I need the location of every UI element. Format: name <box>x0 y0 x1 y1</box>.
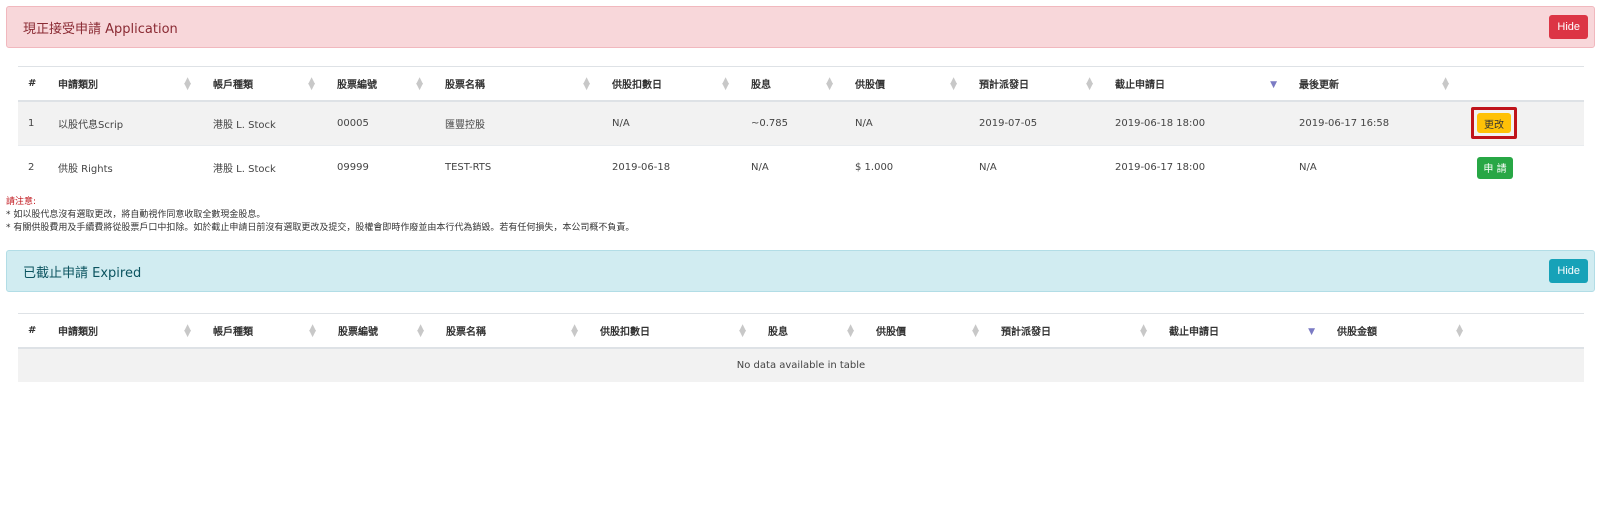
sort-both-icon: ▲ ▼ <box>1140 323 1147 339</box>
cell-dividend: ~0.785 <box>741 100 845 146</box>
sort-both-icon: ▲ ▼ <box>571 323 578 339</box>
cell-dist-date: N/A <box>969 145 1105 190</box>
cell-name: 匯豐控股 <box>435 100 602 146</box>
cell-deduct-date: 2019-06-18 <box>602 145 741 190</box>
sort-both-icon: ▲ ▼ <box>184 76 191 92</box>
col-header-dist-date[interactable]: 預計派發日 ▲ ▼ <box>969 66 1105 102</box>
empty-table-message: No data available in table <box>18 347 1584 382</box>
table-header-row: # 申請類別 ▲ ▼ 帳戶種類 ▲ ▼ 股票編號 ▲ ▼ 股票名稱 ▲ ▼ 供股扣數日 ▲ ▼ 股息… <box>18 313 1584 349</box>
cell-code: 09999 <box>327 145 435 190</box>
cell-num: 1 <box>18 100 48 146</box>
col-header-rights-amount[interactable]: 供股金額 ▲ ▼ <box>1327 313 1475 349</box>
cell-num: 2 <box>18 145 48 190</box>
col-header-dividend[interactable]: 股息 ▲ ▼ <box>758 313 866 349</box>
application-table: # 申請類別 ▲ ▼ 帳戶種類 ▲ ▼ 股票編號 ▲ ▼ 股票名稱 ▲ ▼ 供股扣數日 ▲ ▼ 股息… <box>18 66 1584 190</box>
cell-deadline: 2019-06-17 18:00 <box>1105 145 1289 190</box>
sort-both-icon: ▲ ▼ <box>1442 76 1449 92</box>
expired-table: # 申請類別 ▲ ▼ 帳戶種類 ▲ ▼ 股票編號 ▲ ▼ 股票名稱 ▲ ▼ 供股扣數日 ▲ ▼ 股息… <box>18 313 1584 382</box>
sort-both-icon: ▲ ▼ <box>309 323 316 339</box>
notice-line: * 有關供股費用及手續費將從股票戶口中扣除。如於截止申請日前沒有選取更改及提交，… <box>6 223 635 233</box>
col-header-name[interactable]: 股票名稱 ▲ ▼ <box>436 313 590 349</box>
sort-both-icon: ▲ ▼ <box>847 323 854 339</box>
cell-action: 申 請 <box>1461 145 1584 190</box>
sort-both-icon: ▲ ▼ <box>1456 323 1463 339</box>
cell-account: 港股 L. Stock <box>203 100 327 146</box>
table-row: 1 以股代息Scrip 港股 L. Stock 00005 匯豐控股 N/A ~… <box>18 100 1584 146</box>
table-header-row: # 申請類別 ▲ ▼ 帳戶種類 ▲ ▼ 股票編號 ▲ ▼ 股票名稱 ▲ ▼ 供股扣數日 ▲ ▼ 股息… <box>18 66 1584 102</box>
cell-updated: N/A <box>1289 145 1461 190</box>
cell-price: $ 1.000 <box>845 145 969 190</box>
cell-code: 00005 <box>327 100 435 146</box>
col-header-num: # <box>18 313 48 349</box>
expired-panel-header: 已截止申請 Expired Hide <box>6 250 1595 292</box>
table-row: No data available in table <box>18 347 1584 382</box>
application-panel-title: 現正接受申請 Application <box>23 21 178 37</box>
col-header-price[interactable]: 供股價 ▲ ▼ <box>866 313 991 349</box>
edit-button[interactable]: 更改 <box>1477 113 1511 134</box>
cell-deduct-date: N/A <box>602 100 741 146</box>
notice-block: 請注意: * 如以股代息沒有選取更改，將自動視作同意收取全數現金股息。 * 有關… <box>6 196 634 235</box>
sort-both-icon: ▲ ▼ <box>583 76 590 92</box>
sort-both-icon: ▲ ▼ <box>184 323 191 339</box>
col-header-dist-date[interactable]: 預計派發日 ▲ ▼ <box>991 313 1159 349</box>
col-header-dividend[interactable]: 股息 ▲ ▼ <box>741 66 845 102</box>
highlight-frame: 更改 <box>1471 107 1517 140</box>
sort-both-icon: ▲ ▼ <box>308 76 315 92</box>
col-header-action <box>1461 66 1584 102</box>
hide-application-button[interactable]: Hide <box>1549 15 1588 39</box>
sort-both-icon: ▲ ▼ <box>416 76 423 92</box>
col-header-deadline[interactable]: 截止申請日 ▼ <box>1159 313 1327 349</box>
notice-line: * 如以股代息沒有選取更改，將自動視作同意收取全數現金股息。 <box>6 210 266 220</box>
cell-price: N/A <box>845 100 969 146</box>
apply-button[interactable]: 申 請 <box>1477 156 1513 179</box>
cell-account: 港股 L. Stock <box>203 145 327 190</box>
hide-expired-button[interactable]: Hide <box>1549 259 1588 283</box>
cell-name: TEST-RTS <box>435 145 602 190</box>
col-header-type[interactable]: 申請類別 ▲ ▼ <box>48 66 203 102</box>
col-header-name[interactable]: 股票名稱 ▲ ▼ <box>435 66 602 102</box>
cell-deadline: 2019-06-18 18:00 <box>1105 100 1289 146</box>
col-header-account[interactable]: 帳戶種類 ▲ ▼ <box>203 313 328 349</box>
expired-panel-title: 已截止申請 Expired <box>23 265 142 281</box>
notice-title: 請注意: <box>6 197 37 207</box>
sort-desc-icon: ▼ <box>1308 327 1315 337</box>
cell-action: 更改 <box>1461 100 1584 146</box>
col-header-deadline[interactable]: 截止申請日 ▼ <box>1105 66 1289 102</box>
col-header-type[interactable]: 申請類別 ▲ ▼ <box>48 313 203 349</box>
cell-dividend: N/A <box>741 145 845 190</box>
col-header-deduct-date[interactable]: 供股扣數日 ▲ ▼ <box>602 66 741 102</box>
col-header-price[interactable]: 供股價 ▲ ▼ <box>845 66 969 102</box>
sort-both-icon: ▲ ▼ <box>1086 76 1093 92</box>
col-header-updated[interactable]: 最後更新 ▲ ▼ <box>1289 66 1461 102</box>
col-header-num: # <box>18 66 48 102</box>
cell-type: 以股代息Scrip <box>48 100 203 146</box>
table-row: 2 供股 Rights 港股 L. Stock 09999 TEST-RTS 2… <box>18 145 1584 190</box>
sort-both-icon: ▲ ▼ <box>950 76 957 92</box>
sort-desc-icon: ▼ <box>1270 80 1277 90</box>
col-header-account[interactable]: 帳戶種類 ▲ ▼ <box>203 66 327 102</box>
application-panel-header: 現正接受申請 Application Hide <box>6 6 1595 48</box>
sort-both-icon: ▲ ▼ <box>972 323 979 339</box>
sort-both-icon: ▲ ▼ <box>739 323 746 339</box>
sort-both-icon: ▲ ▼ <box>826 76 833 92</box>
sort-both-icon: ▲ ▼ <box>417 323 424 339</box>
col-header-deduct-date[interactable]: 供股扣數日 ▲ ▼ <box>590 313 758 349</box>
col-header-code[interactable]: 股票編號 ▲ ▼ <box>327 66 435 102</box>
sort-both-icon: ▲ ▼ <box>722 76 729 92</box>
cell-type: 供股 Rights <box>48 145 203 190</box>
col-header-code[interactable]: 股票編號 ▲ ▼ <box>328 313 436 349</box>
cell-dist-date: 2019-07-05 <box>969 100 1105 146</box>
cell-updated: 2019-06-17 16:58 <box>1289 100 1461 146</box>
col-header-action <box>1475 313 1584 349</box>
